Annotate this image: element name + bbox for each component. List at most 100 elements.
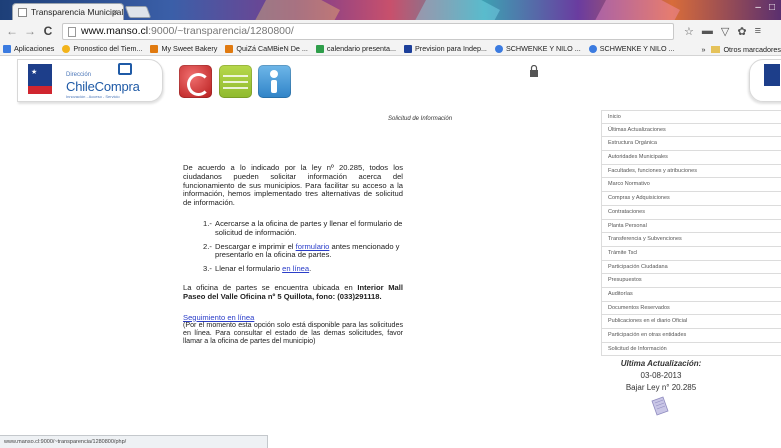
sidebar-item-inicio[interactable]: Inicio [601,110,781,124]
step-number: 2.- [203,241,212,251]
blue-info-icon[interactable] [258,65,291,98]
bookmarks-bar: Aplicaciones Pronostico del Tiem... My S… [0,42,781,56]
office-address: La oficina de partes se encuentra ubicad… [183,282,403,301]
sidebar-item-ultimas-actualizaciones[interactable]: Últimas Actualizaciones [601,123,781,138]
step-number: 1.- [203,218,212,228]
shield-icon[interactable]: ▽ [721,25,729,38]
bookmark-icon [62,44,71,53]
status-bar: www.manso.cl:9000/~transparencia/1280800… [0,435,268,448]
sidebar-item-contrataciones[interactable]: Contrataciones [601,205,781,220]
sidebar-item-marco-normativo[interactable]: Marco Normativo [601,178,781,193]
sidebar-item-compras[interactable]: Compras y Adquisiciones [601,192,781,206]
sidebar-item-estructura-organica[interactable]: Estructura Orgánica [601,137,781,152]
bookmark-item[interactable]: My Sweet Bakery [150,44,217,53]
other-bookmarks[interactable]: » Otros marcadores [697,42,781,55]
bookmark-icon [225,44,234,53]
minimize-icon[interactable]: – [755,2,761,13]
update-label: Ultima Actualización: [620,359,702,368]
online-form-link[interactable]: en línea [282,264,309,273]
menu-icon[interactable]: ≡ [755,25,761,38]
chevron-icon[interactable]: » [701,45,705,54]
logo-dir: Dirección [66,72,92,78]
shield-icon [764,64,780,86]
apps-icon [3,44,11,53]
sidebar-item-presupuestos[interactable]: Presupuestos [601,274,781,288]
url-path: :9000/~transparencia/1280800/ [148,24,294,37]
settings-icon[interactable]: ✿ [737,25,746,38]
page-favicon-icon [18,8,27,17]
list-item: 3.- Llenar el formulario en línea. [203,264,403,274]
sidebar-item-tramite[interactable]: Trámite Tscl [601,246,781,261]
tab-close-icon[interactable]: × [113,4,118,20]
chilecompra-logo[interactable]: ★ Dirección ChileCompra Innovación - Acc… [17,59,163,102]
steps-list: 1.- Acercarse a la oficina de partes y l… [203,218,403,274]
extension-icon[interactable]: ▬ [702,25,713,38]
sidebar-item-solicitud[interactable]: Solicitud de Información [601,342,781,357]
sidebar-item-documentos[interactable]: Documentos Reservados [601,301,781,316]
browser-toolbar: ← → C www.manso.cl:9000/~transparencia/1… [0,20,781,42]
sidebar-item-auditorias[interactable]: Auditorías [601,287,781,302]
browser-tabstrip: Transparencia Municipal × – □ [0,0,781,20]
seguimiento-note: (Por el momento esta opción solo está di… [183,321,403,345]
document-icon[interactable] [649,395,671,417]
sidebar-item-transferencia[interactable]: Transferencia y Subvenciones [601,233,781,247]
sidebar-item-autoridades[interactable]: Autoridades Municipales [601,151,781,165]
cube-icon [118,63,132,75]
update-date: 03-08-2013 [640,371,682,380]
reload-button[interactable]: C [40,23,56,39]
list-item: 1.- Acercarse a la oficina de partes y l… [203,218,403,238]
formulario-link[interactable]: formulario [296,242,330,251]
sidebar-item-facultades[interactable]: Facultades, funciones y atribuciones [601,164,781,179]
green-tramites-icon[interactable] [219,65,252,98]
lock-icon [530,65,538,77]
url-host: www.manso.cl [81,24,149,37]
update-info: Ultima Actualización: 03-08-2013 Bajar L… [601,358,721,394]
folder-icon [711,45,721,53]
bookmark-item[interactable]: Prevision para Indep... [404,44,487,53]
maximize-icon[interactable]: □ [769,2,775,13]
logo-tagline: Innovación - Acceso - Servicio [66,94,120,99]
star-icon[interactable]: ☆ [684,25,694,38]
address-bar[interactable]: www.manso.cl:9000/~transparencia/1280800… [62,22,674,40]
sidebar-menu: Inicio Últimas Actualizaciones Estructur… [601,110,781,357]
intro-text: De acuerdo a lo indicado por la ley nº 2… [183,163,403,208]
toolbar-extensions: ☆ ▬ ▽ ✿ ≡ [684,25,761,38]
bookmark-icon [588,44,597,53]
background-streak [410,0,500,20]
page-title: Solicitud de Información [388,116,453,122]
bookmark-item[interactable]: calendario presenta... [315,44,396,53]
step-text: Llenar el formulario en línea. [215,264,312,274]
bookmark-icon [315,44,324,53]
red-app-icon[interactable] [179,65,212,98]
sidebar-item-planta-personal[interactable]: Planta Personal [601,219,781,234]
sidebar-item-publicaciones[interactable]: Publicaciones en el diario Oficial [601,315,781,329]
background-streak [590,0,680,20]
right-logo-card [749,59,781,102]
bookmark-icon [494,44,503,53]
tab-title: Transparencia Municipal [31,7,124,17]
forward-button[interactable]: → [22,23,38,39]
bookmark-item[interactable]: Pronostico del Tiem... [62,44,142,53]
download-law-link[interactable]: Bajar Ley n° 20.285 [601,382,721,394]
bookmark-item[interactable]: SCHWENKE Y NILO ... [588,44,675,53]
bookmark-icon [150,44,159,53]
seguimiento-section: Seguimiento en línea (Por el momento est… [183,313,403,346]
browser-tab[interactable]: Transparencia Municipal × [12,3,124,20]
step-text: Descargar e imprimir el formulario antes… [215,241,400,260]
bookmark-icon [404,44,413,53]
logo-name: ChileCompra [66,79,140,94]
back-button[interactable]: ← [4,23,20,39]
sidebar-item-participacion[interactable]: Participación Ciudadana [601,260,781,275]
step-text: Acercarse a la oficina de partes y llena… [215,218,403,237]
window-controls: – □ [755,2,775,13]
bookmark-item[interactable]: QuiZá CaMBieN De ... [225,44,308,53]
seguimiento-link[interactable]: Seguimiento en línea [183,313,254,322]
list-item: 2.- Descargar e imprimir el formulario a… [203,241,403,261]
bookmark-item[interactable]: Aplicaciones [3,44,54,53]
step-number: 3.- [203,264,212,274]
bookmark-item[interactable]: SCHWENKE Y NILO ... [494,44,581,53]
page-icon [68,26,76,37]
sidebar-item-otras-entidades[interactable]: Participación en otras entidades [601,329,781,343]
government-shield-icon: ★ [28,64,52,94]
new-tab-button[interactable] [124,6,152,18]
